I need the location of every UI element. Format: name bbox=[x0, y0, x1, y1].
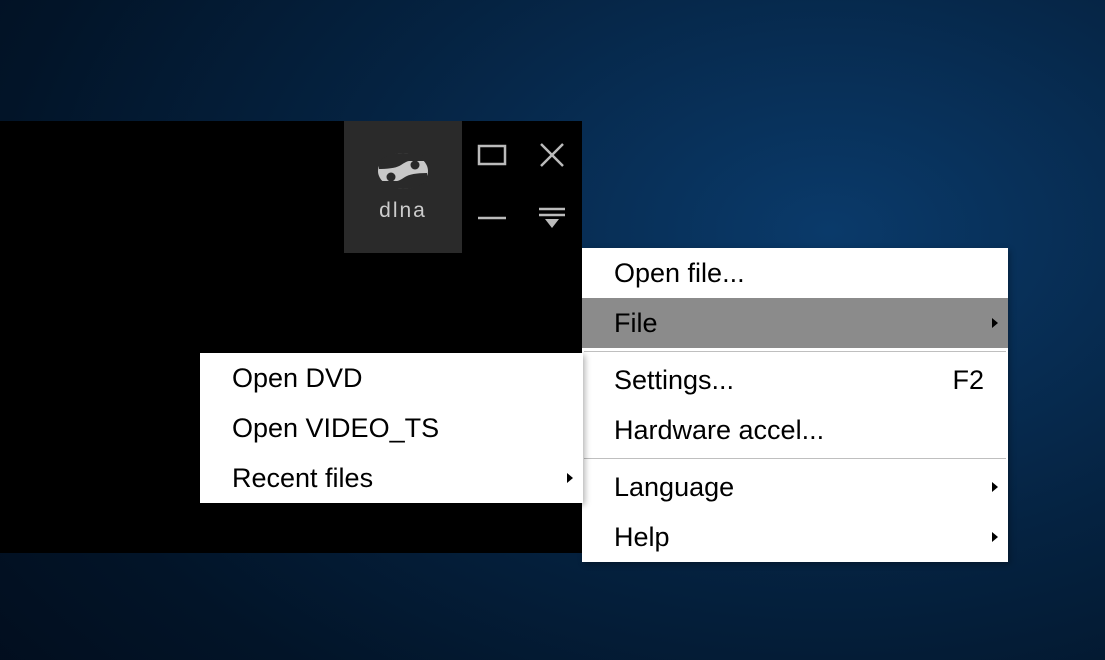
menu-item-label: Open DVD bbox=[232, 363, 559, 394]
menu-item-hardware-accel[interactable]: Hardware accel... bbox=[582, 405, 1008, 455]
file-submenu: Open DVD Open VIDEO_TS Recent files bbox=[200, 353, 583, 503]
menu-item-open-video-ts[interactable]: Open VIDEO_TS bbox=[200, 403, 583, 453]
menu-item-label: Hardware accel... bbox=[614, 415, 984, 446]
menu-separator bbox=[584, 351, 1006, 352]
menu-item-label: Language bbox=[614, 472, 984, 503]
submenu-arrow-icon bbox=[567, 473, 573, 483]
menu-item-label: Settings... bbox=[614, 365, 912, 396]
minimize-icon bbox=[478, 216, 506, 220]
menu-item-label: File bbox=[614, 308, 984, 339]
rectangle-icon bbox=[477, 144, 507, 166]
minimize-button[interactable] bbox=[462, 189, 522, 247]
dlna-button[interactable]: dlna bbox=[344, 121, 462, 253]
menu-item-label: Open file... bbox=[614, 258, 984, 289]
dlna-label: dlna bbox=[379, 199, 427, 223]
menu-separator bbox=[584, 458, 1006, 459]
menu-item-open-file[interactable]: Open file... bbox=[582, 248, 1008, 298]
main-dropdown-menu: Open file... File Settings... F2 Hardwar… bbox=[582, 248, 1008, 562]
menu-item-label: Open VIDEO_TS bbox=[232, 413, 559, 444]
menu-button[interactable] bbox=[522, 189, 582, 247]
maximize-button[interactable] bbox=[462, 121, 522, 189]
menu-item-recent-files[interactable]: Recent files bbox=[200, 453, 583, 503]
menu-item-settings[interactable]: Settings... F2 bbox=[582, 355, 1008, 405]
submenu-arrow-icon bbox=[992, 482, 998, 492]
submenu-arrow-icon bbox=[992, 318, 998, 328]
menu-icon bbox=[537, 206, 567, 230]
dlna-icon bbox=[375, 151, 431, 191]
menu-item-language[interactable]: Language bbox=[582, 462, 1008, 512]
menu-item-label: Help bbox=[614, 522, 984, 553]
submenu-arrow-icon bbox=[992, 532, 998, 542]
menu-item-open-dvd[interactable]: Open DVD bbox=[200, 353, 583, 403]
menu-item-shortcut: F2 bbox=[952, 365, 984, 396]
close-button[interactable] bbox=[522, 121, 582, 189]
menu-item-label: Recent files bbox=[232, 463, 559, 494]
menu-item-file[interactable]: File bbox=[582, 298, 1008, 348]
menu-item-help[interactable]: Help bbox=[582, 512, 1008, 562]
close-icon bbox=[538, 141, 566, 169]
titlebar: dlna bbox=[344, 121, 582, 253]
window-controls bbox=[462, 121, 582, 253]
